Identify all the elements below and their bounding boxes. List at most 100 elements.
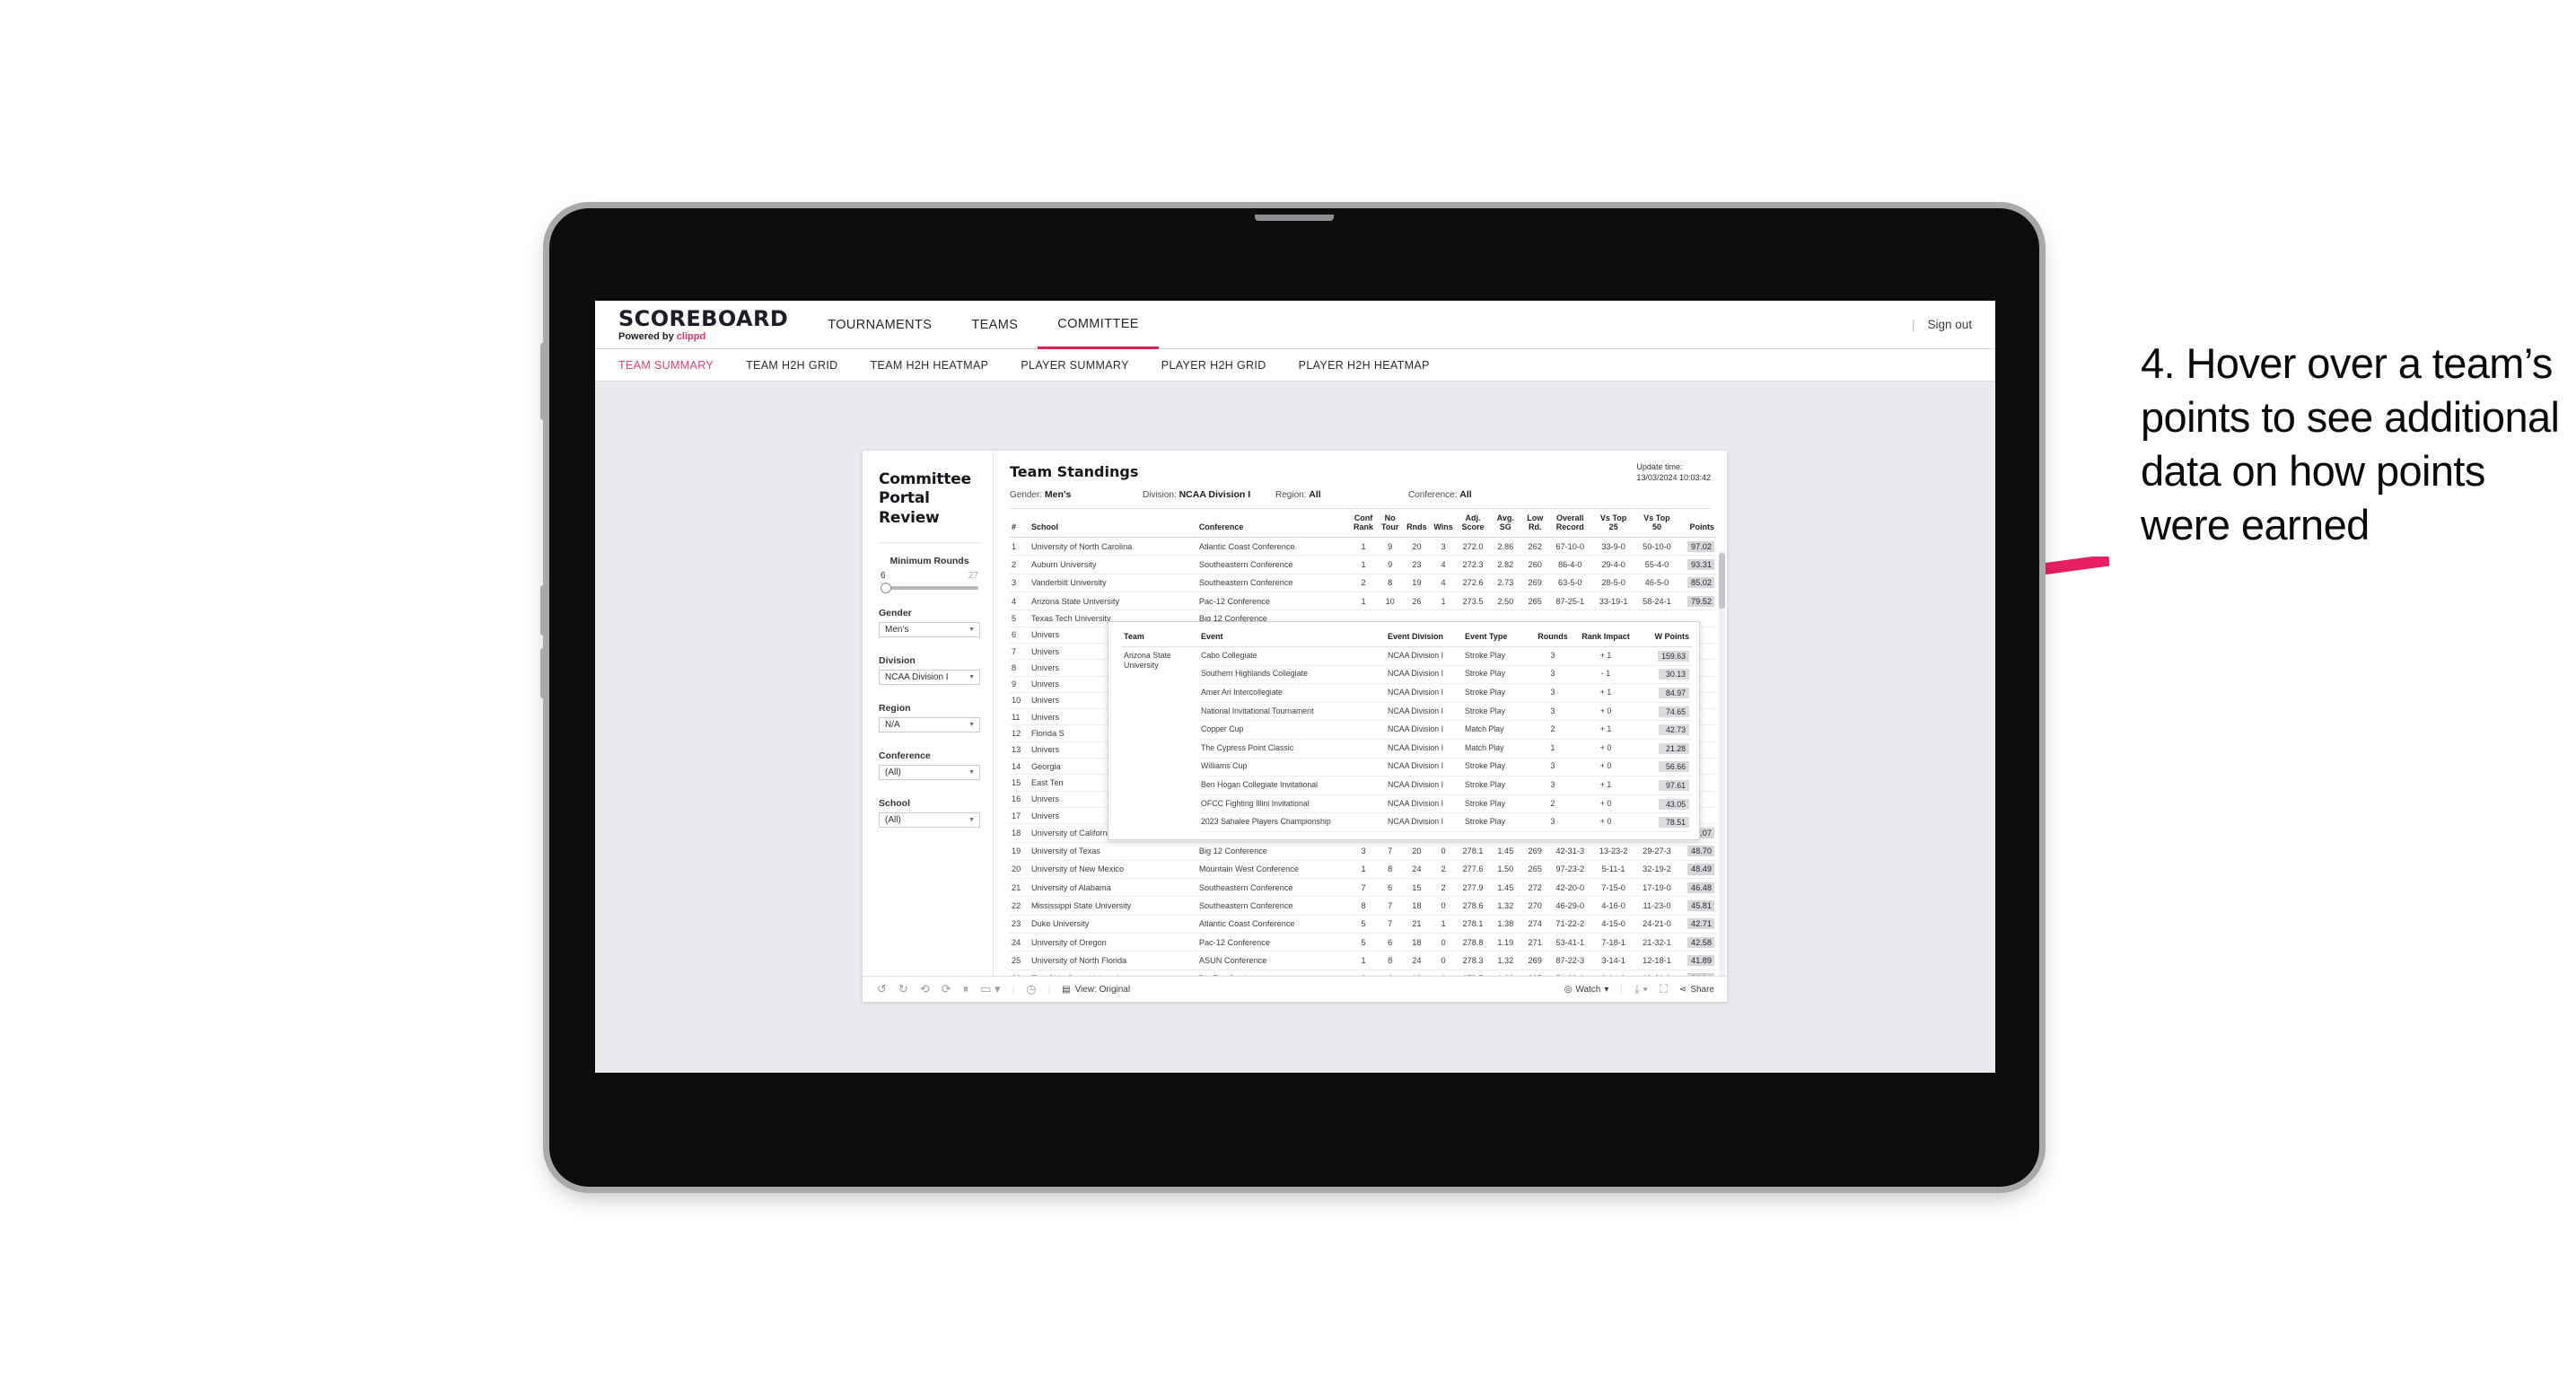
column-header-overall-record[interactable]: Overall Record — [1548, 509, 1592, 539]
column-header-wins[interactable]: Wins — [1430, 509, 1457, 539]
table-row[interactable]: 22 Mississippi State University Southeaste… — [1010, 896, 1716, 916]
school-select[interactable]: (All) ▼ — [879, 811, 980, 828]
conference-value: (All) — [885, 767, 901, 777]
table-row[interactable]: 1 University of North Carolina Atlantic Co… — [1010, 537, 1716, 557]
column-header-no-tour[interactable]: No Tour — [1376, 509, 1404, 539]
points-value[interactable]: 42.71 — [1687, 918, 1714, 930]
minimum-rounds-slider[interactable] — [881, 582, 978, 593]
cell-low-rd: 271 — [1521, 933, 1549, 952]
cell-adj-score: 272.0 — [1456, 537, 1490, 557]
cell-points[interactable]: 46.48 — [1678, 878, 1716, 898]
tooltip-header-event-type: Event Type — [1462, 630, 1532, 647]
download-icon[interactable]: ⤓ ▾ — [1634, 982, 1648, 996]
view-original-button[interactable]: ▤ View: Original — [1062, 985, 1130, 995]
table-row[interactable]: 24 University of Oregon Pac-12 Conference 5… — [1010, 933, 1716, 952]
cell-conference: Mountain West Conference — [1196, 860, 1351, 880]
scrollbar-thumb[interactable] — [1719, 553, 1725, 609]
watch-button[interactable]: ◎ Watch ▾ — [1564, 985, 1609, 995]
revert-icon[interactable]: ⟲ — [920, 982, 930, 996]
column-header-[interactable]: # — [1010, 509, 1030, 539]
points-value[interactable]: 79.52 — [1687, 595, 1714, 607]
cell-points[interactable]: 48.49 — [1678, 860, 1716, 880]
tooltip-cell-impact: + 0 — [1573, 702, 1638, 722]
undo-icon[interactable]: ↺ — [877, 982, 887, 996]
brand-logo[interactable]: SCOREBOARD Powered by clippd — [595, 308, 808, 342]
tab-player-h2h-heatmap[interactable]: PLAYER H2H HEATMAP — [1299, 359, 1430, 372]
column-header-adj-score[interactable]: Adj. Score — [1456, 509, 1490, 539]
cell-points[interactable]: 42.71 — [1678, 915, 1716, 934]
table-row[interactable]: 20 University of New Mexico Mountain West … — [1010, 860, 1716, 880]
cell-points[interactable]: 48.70 — [1678, 842, 1716, 861]
table-row[interactable]: 25 University of North Florida ASUN Confer… — [1010, 951, 1716, 970]
cell-points[interactable]: 97.02 — [1678, 537, 1716, 557]
clippd-name: clippd — [676, 330, 706, 342]
column-header-low-rd[interactable]: Low Rd. — [1521, 509, 1549, 539]
tab-team-h2h-heatmap[interactable]: TEAM H2H HEATMAP — [871, 359, 989, 372]
redo-icon[interactable]: ↻ — [898, 982, 908, 996]
column-header-school[interactable]: School — [1029, 509, 1197, 539]
region-select[interactable]: N/A ▼ — [879, 716, 980, 732]
column-header-vs-top-50[interactable]: Vs Top 50 — [1634, 509, 1679, 539]
fullscreen-icon[interactable]: ⛶ — [1660, 982, 1668, 996]
points-value[interactable]: 85.02 — [1687, 577, 1714, 589]
power-button[interactable] — [540, 343, 546, 420]
topnav-item-teams[interactable]: TEAMS — [951, 301, 1038, 349]
sign-out-link[interactable]: Sign out — [1927, 318, 1972, 331]
volume-down-button[interactable] — [540, 648, 546, 698]
column-header-points[interactable]: Points — [1678, 509, 1716, 539]
table-row[interactable]: 4 Arizona State University Pac-12 Conferen… — [1010, 592, 1716, 611]
cell-rnds: 21 — [1403, 915, 1431, 934]
table-row[interactable]: 2 Auburn University Southeastern Conferenc… — [1010, 555, 1716, 575]
viz-sheet: Committee Portal Review Minimum Rounds 6… — [863, 451, 1727, 1002]
table-row[interactable]: 26The Ohio State UniversityBig Ten Confe… — [1010, 969, 1716, 976]
cell-points[interactable]: 45.81 — [1678, 896, 1716, 916]
tab-player-summary[interactable]: PLAYER SUMMARY — [1021, 359, 1128, 372]
points-value[interactable]: 97.02 — [1687, 540, 1714, 552]
table-row[interactable]: 21 University of Alabama Southeastern Conf… — [1010, 878, 1716, 898]
tooltip-cell-type: Match Play — [1462, 720, 1532, 740]
column-header-avg-sg[interactable]: Avg. SG — [1489, 509, 1522, 539]
history-icon[interactable]: ◷ — [1026, 982, 1036, 996]
gender-select[interactable]: Men’s ▼ — [879, 621, 980, 637]
points-value[interactable]: 48.49 — [1687, 864, 1714, 875]
cell-points[interactable]: 93.31 — [1678, 555, 1716, 575]
share-button[interactable]: ⋖ Share — [1679, 985, 1714, 995]
cell-points[interactable]: 39.94 — [1678, 969, 1716, 976]
table-row[interactable]: 23 Duke University Atlantic Coast Conferen… — [1010, 915, 1716, 934]
points-value[interactable]: 46.48 — [1687, 882, 1714, 893]
tooltip-cell-impact: + 1 — [1573, 776, 1638, 795]
refresh-data-icon[interactable]: ⟳ — [942, 982, 951, 996]
tooltip-cell-rounds: 2 — [1532, 720, 1573, 740]
cell-points[interactable]: 79.52 — [1678, 592, 1716, 611]
cell-points[interactable]: 85.02 — [1678, 574, 1716, 593]
column-header-vs-top-25[interactable]: Vs Top 25 — [1591, 509, 1635, 539]
column-header-rnds[interactable]: Rnds — [1403, 509, 1431, 539]
tooltip-header-w-points: W Points — [1638, 630, 1692, 647]
topnav-item-tournaments[interactable]: TOURNAMENTS — [808, 301, 951, 349]
volume-up-button[interactable] — [540, 585, 546, 636]
tab-team-h2h-grid[interactable]: TEAM H2H GRID — [746, 359, 837, 372]
points-value[interactable]: 48.70 — [1687, 846, 1714, 857]
points-value[interactable]: 42.58 — [1687, 936, 1714, 948]
tab-player-h2h-grid[interactable]: PLAYER H2H GRID — [1161, 359, 1266, 372]
division-select[interactable]: NCAA Division I ▼ — [879, 669, 980, 685]
column-header-conf-rank[interactable]: Conf Rank — [1350, 509, 1377, 539]
points-value[interactable]: 39.94 — [1687, 973, 1714, 976]
cell-points[interactable]: 41.89 — [1678, 951, 1716, 970]
points-value[interactable]: 45.81 — [1687, 899, 1714, 912]
points-value[interactable]: 41.89 — [1687, 954, 1714, 966]
portal-title: Committee Portal Review — [879, 470, 971, 527]
points-value[interactable]: 93.31 — [1687, 559, 1714, 571]
conference-select[interactable]: (All) ▼ — [879, 764, 980, 780]
column-header-conference[interactable]: Conference — [1196, 509, 1351, 539]
tab-team-summary[interactable]: TEAM SUMMARY — [618, 359, 714, 372]
division-filter: Division NCAA Division I ▼ — [879, 655, 980, 685]
table-row[interactable]: 3 Vanderbilt University Southeastern Confe… — [1010, 574, 1716, 593]
slider-thumb[interactable] — [881, 582, 891, 593]
cell-points[interactable]: 42.58 — [1678, 933, 1716, 952]
scrollbar-track[interactable] — [1719, 551, 1725, 976]
table-row[interactable]: 19 University of Texas Big 12 Conference 3 7… — [1010, 842, 1716, 861]
pause-updates-icon[interactable]: ⏸ — [963, 982, 969, 996]
device-layout-icon[interactable]: ▭ ▾ — [980, 982, 1000, 996]
topnav-item-committee[interactable]: COMMITTEE — [1038, 301, 1159, 349]
